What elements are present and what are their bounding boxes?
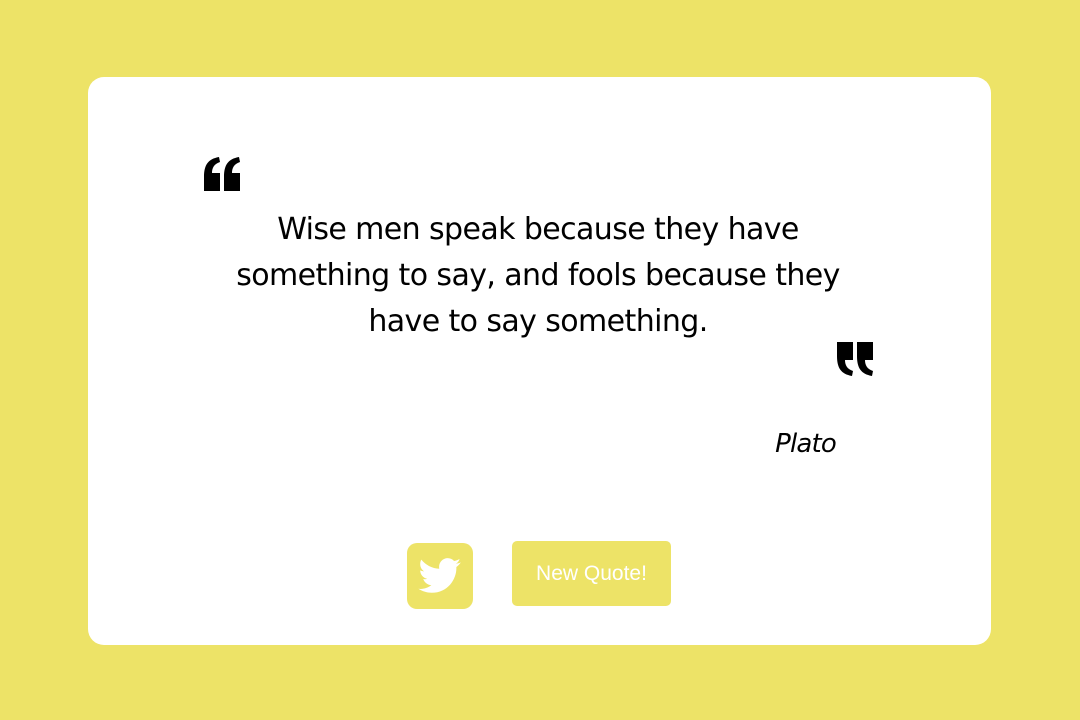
quote-close-icon [835,342,875,376]
quote-open-icon [202,157,242,191]
quote-author: Plato [775,429,837,459]
new-quote-button[interactable]: New Quote! [512,541,671,606]
quote-box: Wise men speak because they have somethi… [88,77,991,645]
twitter-icon [418,558,462,594]
tweet-quote-button[interactable] [407,543,473,609]
quote-text: Wise men speak because they have somethi… [236,212,840,339]
